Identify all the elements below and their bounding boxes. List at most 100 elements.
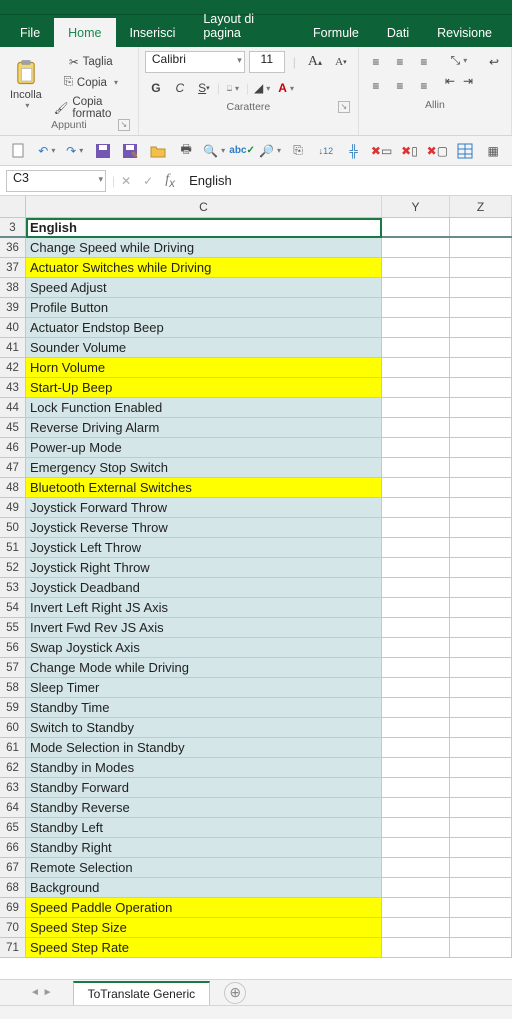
- save-button[interactable]: [92, 140, 114, 162]
- row-header[interactable]: 36: [0, 238, 26, 257]
- italic-button[interactable]: C: [169, 77, 191, 99]
- underline-button[interactable]: S▾: [193, 77, 215, 99]
- row-header[interactable]: 42: [0, 358, 26, 377]
- cell[interactable]: Speed Step Rate: [26, 938, 382, 957]
- cell[interactable]: Speed Step Size: [26, 918, 382, 937]
- cell[interactable]: [382, 378, 450, 397]
- cell[interactable]: Swap Joystick Axis: [26, 638, 382, 657]
- orientation-button[interactable]: ⤡: [441, 51, 477, 70]
- cell[interactable]: Invert Left Right JS Axis: [26, 598, 382, 617]
- bold-button[interactable]: G: [145, 77, 167, 99]
- cell[interactable]: [382, 478, 450, 497]
- cell[interactable]: [382, 618, 450, 637]
- cell[interactable]: Power-up Mode: [26, 438, 382, 457]
- font-size-select[interactable]: 11: [249, 51, 285, 73]
- cell[interactable]: Standby Right: [26, 838, 382, 857]
- cell[interactable]: [382, 758, 450, 777]
- spellcheck-button[interactable]: abc✓: [231, 140, 253, 162]
- tab-formulas[interactable]: Formule: [299, 18, 373, 47]
- cell[interactable]: Speed Adjust: [26, 278, 382, 297]
- cell[interactable]: [450, 738, 512, 757]
- cell[interactable]: [450, 498, 512, 517]
- align-right-button[interactable]: ≡: [413, 75, 435, 97]
- cell[interactable]: [382, 218, 450, 236]
- cell[interactable]: Joystick Forward Throw: [26, 498, 382, 517]
- increase-indent-button[interactable]: ⇥: [459, 72, 477, 90]
- cell[interactable]: [450, 878, 512, 897]
- row-header[interactable]: 37: [0, 258, 26, 277]
- cell[interactable]: Standby Forward: [26, 778, 382, 797]
- cell[interactable]: [450, 658, 512, 677]
- decrease-indent-button[interactable]: ⇤: [441, 72, 459, 90]
- cell[interactable]: English: [26, 218, 382, 236]
- cell[interactable]: [382, 498, 450, 517]
- cell[interactable]: [450, 678, 512, 697]
- cell[interactable]: [450, 538, 512, 557]
- cell[interactable]: [450, 418, 512, 437]
- cell[interactable]: Actuator Switches while Driving: [26, 258, 382, 277]
- cell[interactable]: [450, 698, 512, 717]
- cancel-formula-button[interactable]: ✕: [115, 170, 137, 192]
- cell[interactable]: Bluetooth External Switches: [26, 478, 382, 497]
- formula-input[interactable]: English: [181, 170, 512, 192]
- row-header[interactable]: 71: [0, 938, 26, 957]
- cell[interactable]: [450, 458, 512, 477]
- cell[interactable]: Actuator Endstop Beep: [26, 318, 382, 337]
- row-header[interactable]: 38: [0, 278, 26, 297]
- cell[interactable]: [450, 438, 512, 457]
- cell[interactable]: [382, 698, 450, 717]
- borders-button[interactable]: [222, 77, 244, 99]
- cell[interactable]: [382, 438, 450, 457]
- row-header[interactable]: 57: [0, 658, 26, 677]
- print-preview-button[interactable]: 🔍: [203, 140, 225, 162]
- cell[interactable]: Mode Selection in Standby: [26, 738, 382, 757]
- worksheet-grid[interactable]: C Y Z 3English36Change Speed while Drivi…: [0, 196, 512, 958]
- row-header[interactable]: 64: [0, 798, 26, 817]
- grid-button[interactable]: ▦: [482, 140, 504, 162]
- row-header[interactable]: 66: [0, 838, 26, 857]
- cell[interactable]: [382, 358, 450, 377]
- cell[interactable]: [382, 938, 450, 957]
- table-button[interactable]: [454, 140, 476, 162]
- cell[interactable]: [382, 718, 450, 737]
- cell[interactable]: Invert Fwd Rev JS Axis: [26, 618, 382, 637]
- row-header[interactable]: 41: [0, 338, 26, 357]
- tab-review[interactable]: Revisione: [423, 18, 506, 47]
- cell[interactable]: [450, 718, 512, 737]
- cell[interactable]: [382, 818, 450, 837]
- cell[interactable]: [450, 938, 512, 957]
- cell[interactable]: [382, 898, 450, 917]
- cell[interactable]: [450, 378, 512, 397]
- increase-font-button[interactable]: A▴: [304, 51, 326, 73]
- cell[interactable]: Lock Function Enabled: [26, 398, 382, 417]
- cell[interactable]: Emergency Stop Switch: [26, 458, 382, 477]
- cell[interactable]: [382, 798, 450, 817]
- row-header[interactable]: 48: [0, 478, 26, 497]
- freeze-panes-button[interactable]: ╬: [343, 140, 365, 162]
- row-header[interactable]: 67: [0, 858, 26, 877]
- delete-cell-button[interactable]: ✖▢: [426, 140, 448, 162]
- cell[interactable]: Profile Button: [26, 298, 382, 317]
- cell[interactable]: [450, 758, 512, 777]
- cell[interactable]: [382, 458, 450, 477]
- row-header[interactable]: 65: [0, 818, 26, 837]
- cell[interactable]: [450, 558, 512, 577]
- cell[interactable]: [450, 478, 512, 497]
- row-header[interactable]: 59: [0, 698, 26, 717]
- cell[interactable]: [450, 218, 512, 236]
- cell[interactable]: Change Mode while Driving: [26, 658, 382, 677]
- preview-button[interactable]: 🔎: [259, 140, 281, 162]
- cell[interactable]: Background: [26, 878, 382, 897]
- row-header[interactable]: 51: [0, 538, 26, 557]
- font-color-button[interactable]: A: [275, 77, 297, 99]
- cell[interactable]: Joystick Reverse Throw: [26, 518, 382, 537]
- cell[interactable]: Joystick Right Throw: [26, 558, 382, 577]
- cell[interactable]: [450, 778, 512, 797]
- row-header[interactable]: 49: [0, 498, 26, 517]
- cell[interactable]: [382, 338, 450, 357]
- align-center-button[interactable]: ≡: [389, 75, 411, 97]
- cell[interactable]: [450, 298, 512, 317]
- enter-formula-button[interactable]: ✓: [137, 170, 159, 192]
- sheet-nav[interactable]: ◄ ►: [30, 987, 53, 998]
- sort-asc-button[interactable]: ↓12: [315, 140, 337, 162]
